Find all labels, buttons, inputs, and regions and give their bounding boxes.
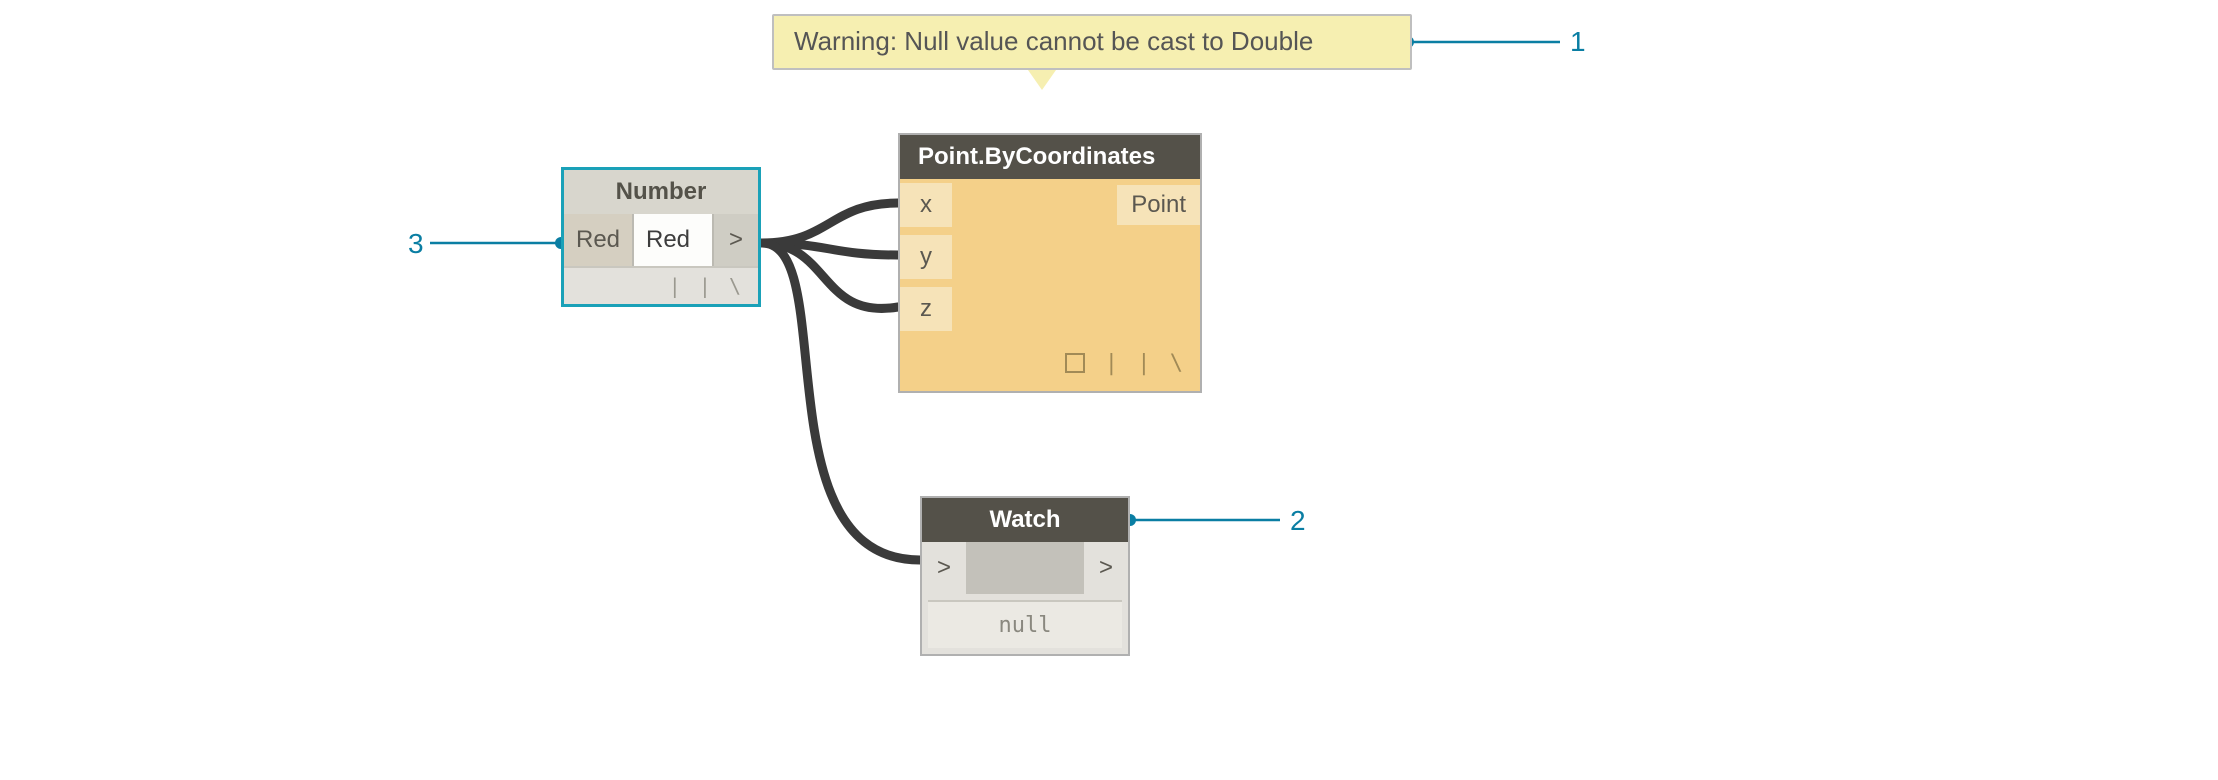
point-node-input-z[interactable]: z xyxy=(900,287,952,331)
point-node-title: Point.ByCoordinates xyxy=(900,135,1200,179)
number-node-input-label: Red xyxy=(564,214,634,266)
diagram-canvas: Warning: Null value cannot be cast to Do… xyxy=(0,0,2218,780)
number-node-output-port[interactable]: > xyxy=(714,214,758,266)
warning-text: Warning: Null value cannot be cast to Do… xyxy=(794,26,1313,56)
watch-node-input-port[interactable]: > xyxy=(922,542,966,594)
point-node-input-x[interactable]: x xyxy=(900,183,952,227)
number-node-value-field[interactable]: Red xyxy=(634,214,714,266)
point-by-coordinates-node[interactable]: Point.ByCoordinates x Point y z | | \ xyxy=(898,133,1202,393)
warning-tooltip: Warning: Null value cannot be cast to Do… xyxy=(772,14,1412,70)
number-node[interactable]: Number Red Red > | | \ xyxy=(561,167,761,307)
callout-label-3: 3 xyxy=(408,228,424,260)
point-node-output-port[interactable]: Point xyxy=(1117,185,1200,225)
watch-node-title: Watch xyxy=(922,498,1128,542)
number-node-title: Number xyxy=(564,170,758,214)
watch-node-value: null xyxy=(928,600,1122,648)
point-node-input-y[interactable]: y xyxy=(900,235,952,279)
watch-node-output-port[interactable]: > xyxy=(1084,542,1128,594)
callout-label-2: 2 xyxy=(1290,505,1306,537)
warning-tooltip-tail xyxy=(1028,70,1056,90)
watch-node-body xyxy=(966,542,1084,594)
callout-label-1: 1 xyxy=(1570,26,1586,58)
point-node-preview-icon xyxy=(1065,353,1085,373)
watch-node[interactable]: Watch > > null xyxy=(920,496,1130,656)
point-node-lacing-icon: | | \ xyxy=(1105,351,1186,376)
number-node-lacing-icon: | | \ xyxy=(564,266,758,304)
